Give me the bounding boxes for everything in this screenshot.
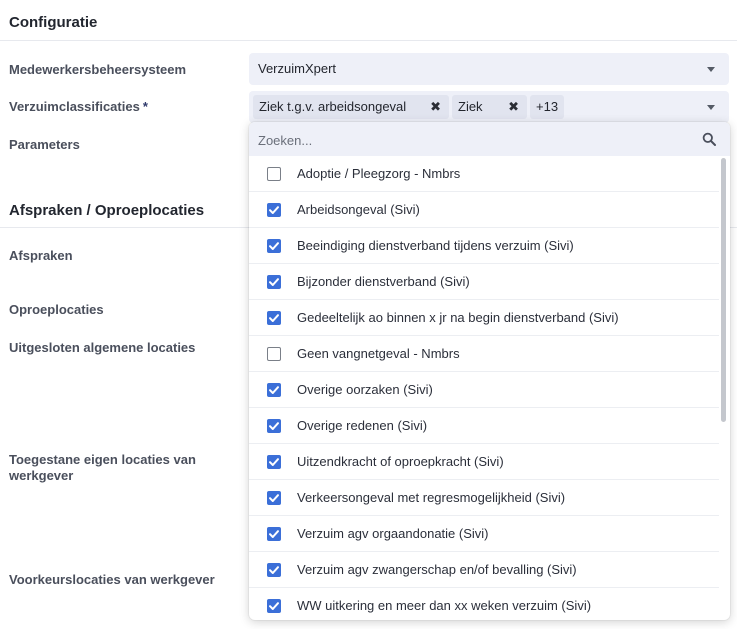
section-title-afspraken-oproeplocaties: Afspraken / Oproeplocaties xyxy=(9,202,205,219)
list-item[interactable]: Uitzendkracht of oproepkracht (Sivi) xyxy=(249,444,719,480)
list-item[interactable]: Gedeeltelijk ao binnen x jr na begin die… xyxy=(249,300,719,336)
option-label: Verzuim agv orgaandonatie (Sivi) xyxy=(297,526,489,541)
checkbox-checked[interactable] xyxy=(267,419,281,433)
label-oproeplocaties: Oproeplocaties xyxy=(9,302,104,317)
label-verzuimclassificaties-text: Verzuimclassificaties xyxy=(9,99,140,114)
dropdown-search-row xyxy=(249,122,730,156)
checkbox-unchecked[interactable] xyxy=(267,347,281,361)
option-label: Verzuim agv zwangerschap en/of bevalling… xyxy=(297,562,577,577)
list-item[interactable]: Geen vangnetgeval - Nmbrs xyxy=(249,336,719,372)
option-label: WW uitkering en meer dan xx weken verzui… xyxy=(297,598,592,613)
option-label: Beeindiging dienstverband tijdens verzui… xyxy=(297,238,574,253)
system-select[interactable]: VerzuimXpert xyxy=(249,53,729,85)
option-label: Bijzonder dienstverband (Sivi) xyxy=(297,274,470,289)
more-count: +13 xyxy=(536,99,559,114)
checkbox-checked[interactable] xyxy=(267,383,281,397)
label-uitgesloten-algemene-locaties: Uitgesloten algemene locaties xyxy=(9,340,196,355)
chevron-down-icon[interactable] xyxy=(707,105,715,110)
label-line-2: werkgever xyxy=(9,468,74,483)
list-item[interactable]: Verzuim agv orgaandonatie (Sivi) xyxy=(249,516,719,552)
close-icon[interactable]: ✖ xyxy=(508,95,519,119)
option-label: Overige redenen (Sivi) xyxy=(297,418,428,433)
label-parameters: Parameters xyxy=(9,137,80,152)
list-item[interactable]: Verzuim agv zwangerschap en/of bevalling… xyxy=(249,552,719,588)
checkbox-checked[interactable] xyxy=(267,599,281,613)
label-medewerkersbeheersysteem: Medewerkersbeheersysteem xyxy=(9,62,187,77)
option-label: Verkeersongeval met regresmogelijkheid (… xyxy=(297,490,566,505)
checkbox-checked[interactable] xyxy=(267,491,281,505)
label-voorkeurslocaties: Voorkeurslocaties van werkgever xyxy=(9,572,215,587)
checkbox-checked[interactable] xyxy=(267,527,281,541)
list-item[interactable]: Overige oorzaken (Sivi) xyxy=(249,372,719,408)
option-label: Uitzendkracht of oproepkracht (Sivi) xyxy=(297,454,504,469)
list-item[interactable]: Adoptie / Pleegzorg - Nmbrs xyxy=(249,156,719,192)
label-line-1: Toegestane eigen locaties van xyxy=(9,452,196,467)
chip-label: Ziek xyxy=(458,99,483,114)
option-label: Gedeeltelijk ao binnen x jr na begin die… xyxy=(297,310,619,325)
classifications-multiselect[interactable]: Ziek t.g.v. arbeidsongeval ✖ Ziek ✖ +13 xyxy=(249,91,729,123)
system-select-value: VerzuimXpert xyxy=(258,61,337,76)
option-label: Arbeidsongeval (Sivi) xyxy=(297,202,420,217)
checkbox-checked[interactable] xyxy=(267,455,281,469)
checkbox-checked[interactable] xyxy=(267,563,281,577)
required-marker: * xyxy=(142,99,148,114)
list-item[interactable]: Overige redenen (Sivi) xyxy=(249,408,719,444)
chevron-down-icon[interactable] xyxy=(707,67,715,72)
list-item[interactable]: Verkeersongeval met regresmogelijkheid (… xyxy=(249,480,719,516)
chip-label: Ziek t.g.v. arbeidsongeval xyxy=(259,99,407,114)
checkbox-checked[interactable] xyxy=(267,203,281,217)
checkbox-checked[interactable] xyxy=(267,239,281,253)
label-afspraken: Afspraken xyxy=(9,248,73,263)
chip-more-count[interactable]: +13 xyxy=(530,95,564,119)
list-item[interactable]: Arbeidsongeval (Sivi) xyxy=(249,192,719,228)
list-item[interactable]: WW uitkering en meer dan xx weken verzui… xyxy=(249,588,719,620)
search-input[interactable] xyxy=(258,131,678,149)
checkbox-unchecked[interactable] xyxy=(267,167,281,181)
options-list: Adoptie / Pleegzorg - Nmbrs Arbeidsongeva… xyxy=(249,156,719,620)
chip-ziek-arbeidsongeval: Ziek t.g.v. arbeidsongeval ✖ xyxy=(253,95,449,119)
list-item[interactable]: Beeindiging dienstverband tijdens verzui… xyxy=(249,228,719,264)
option-label: Geen vangnetgeval - Nmbrs xyxy=(297,346,460,361)
option-label: Overige oorzaken (Sivi) xyxy=(297,382,433,397)
scrollbar-thumb[interactable] xyxy=(721,158,726,422)
list-item[interactable]: Bijzonder dienstverband (Sivi) xyxy=(249,264,719,300)
checkbox-checked[interactable] xyxy=(267,311,281,325)
search-icon[interactable] xyxy=(702,132,716,146)
close-icon[interactable]: ✖ xyxy=(430,95,441,119)
classifications-dropdown-panel: Adoptie / Pleegzorg - Nmbrs Arbeidsongeva… xyxy=(249,122,730,620)
chip-ziek: Ziek ✖ xyxy=(452,95,527,119)
divider xyxy=(0,40,737,41)
section-title-configuratie: Configuratie xyxy=(9,14,98,31)
label-verzuimclassificaties: Verzuimclassificaties * xyxy=(9,99,148,115)
checkbox-checked[interactable] xyxy=(267,275,281,289)
option-label: Adoptie / Pleegzorg - Nmbrs xyxy=(297,166,461,181)
label-toegestane-eigen-locaties: Toegestane eigen locaties van werkgever xyxy=(9,452,196,484)
